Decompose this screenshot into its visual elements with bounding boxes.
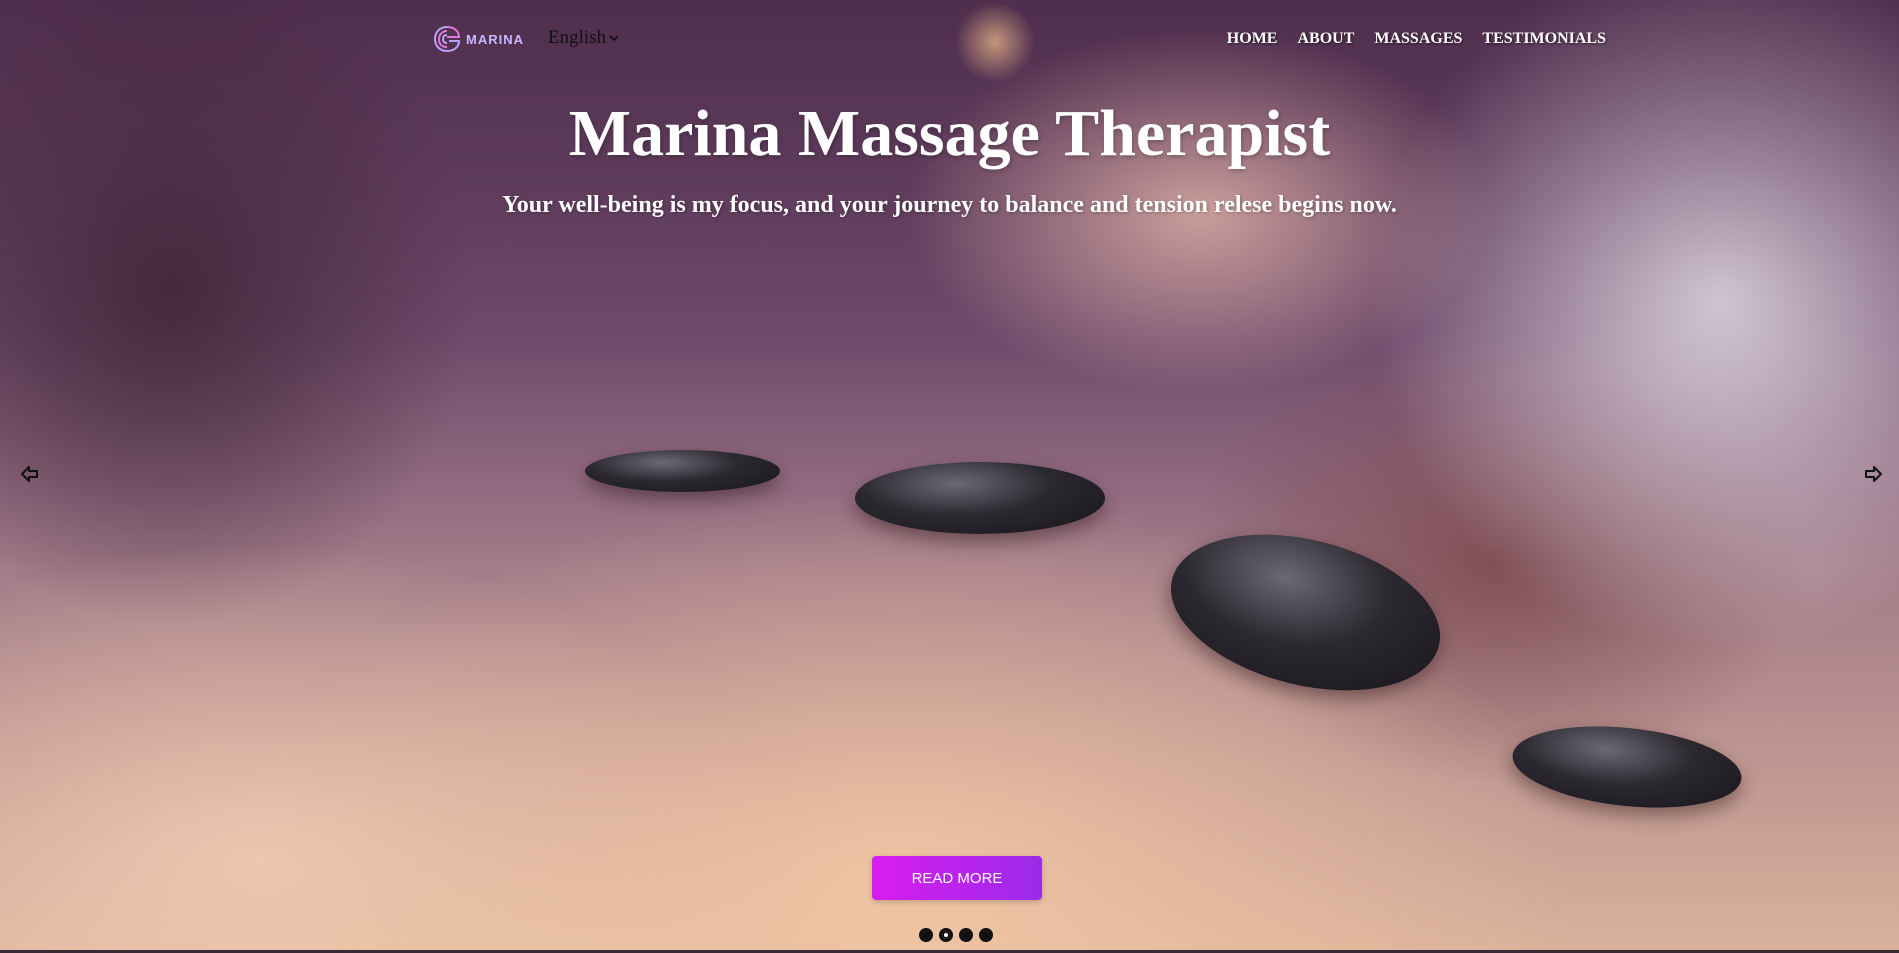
nav-link-about[interactable]: ABOUT xyxy=(1297,30,1354,48)
carousel-prev-button[interactable] xyxy=(18,462,42,486)
hot-stone-image xyxy=(855,462,1105,534)
carousel-next-button[interactable] xyxy=(1861,462,1885,486)
hero-title: Marina Massage Therapist xyxy=(568,97,1331,170)
carousel-dot-4[interactable] xyxy=(979,928,993,942)
nav-link-testimonials[interactable]: TESTIMONIALS xyxy=(1482,30,1606,48)
chevron-down-icon xyxy=(609,35,619,42)
marina-logo-icon xyxy=(433,26,461,52)
carousel-dot-3[interactable] xyxy=(959,928,973,942)
nav-link-massages[interactable]: MASSAGES xyxy=(1374,30,1462,48)
hot-stone-image xyxy=(585,450,780,492)
arrow-right-icon xyxy=(1865,466,1882,482)
main-menu: HOME ABOUT MASSAGES TESTIMONIALS xyxy=(1227,30,1606,48)
carousel-dot-1[interactable] xyxy=(919,928,933,942)
brand-logo[interactable]: MARINA xyxy=(432,24,524,54)
carousel-dot-2[interactable] xyxy=(939,928,953,942)
brand-name: MARINA xyxy=(466,31,524,47)
arrow-left-icon xyxy=(21,466,38,482)
carousel-indicators xyxy=(919,928,993,942)
language-selector[interactable]: English xyxy=(548,27,619,49)
nav-link-home[interactable]: HOME xyxy=(1227,30,1278,48)
top-navigation: MARINA English HOME ABOUT MASSAGES TESTI… xyxy=(0,0,1899,78)
hero-carousel: MARINA English HOME ABOUT MASSAGES TESTI… xyxy=(0,0,1899,950)
read-more-button[interactable]: READ MORE xyxy=(872,856,1042,900)
hero-subtitle: Your well-being is my focus, and your jo… xyxy=(502,192,1397,218)
language-label: English xyxy=(548,27,607,48)
